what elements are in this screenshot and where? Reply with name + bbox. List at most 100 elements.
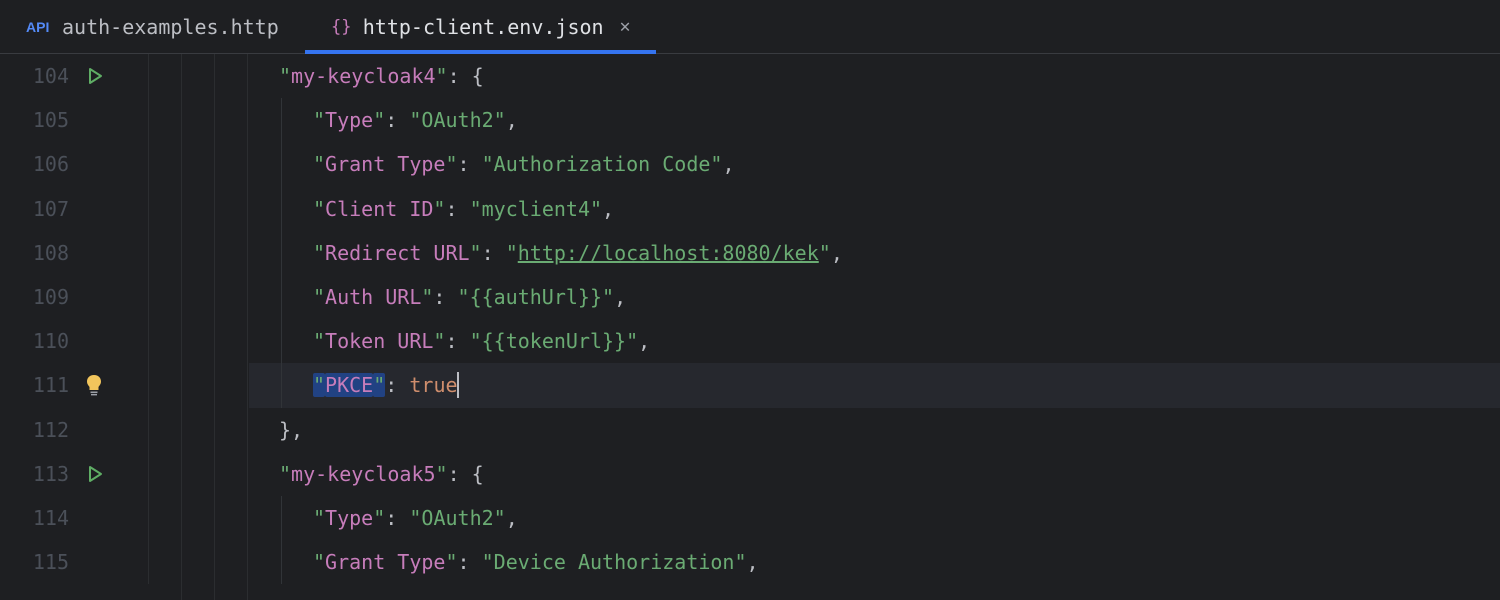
gutter-marks: [79, 142, 149, 186]
token: ": [734, 550, 746, 574]
line-number: 106: [0, 152, 79, 176]
api-icon: API: [26, 19, 52, 35]
token: ": [482, 152, 494, 176]
token: ": [313, 373, 325, 397]
token: http://localhost:8080/kek: [518, 241, 819, 265]
token: ": [470, 241, 482, 265]
code-line[interactable]: "my-keycloak5": {: [249, 452, 1500, 496]
code-line[interactable]: "my-keycloak4": {: [249, 54, 1500, 98]
close-icon[interactable]: ✕: [620, 16, 631, 37]
token: ": [373, 506, 385, 530]
line-number: 114: [0, 506, 79, 530]
tab-http-client-env[interactable]: {} http-client.env.json ✕: [305, 0, 657, 53]
token: ": [602, 285, 614, 309]
line-number: 112: [0, 418, 79, 442]
line-number: 105: [0, 108, 79, 132]
token: :: [445, 329, 469, 353]
token: ": [313, 197, 325, 221]
token: : {: [448, 64, 484, 88]
token: Type: [325, 506, 373, 530]
gutter-marks: [79, 408, 149, 452]
indent-guide: [281, 98, 282, 142]
line-number: 115: [0, 550, 79, 574]
gutter-marks: [79, 275, 149, 319]
token: Token URL: [325, 329, 433, 353]
indent-guide: [281, 275, 282, 319]
gutter-marks: [79, 319, 149, 363]
editor[interactable]: 104105106107108109110111112113114115 "my…: [0, 54, 1500, 600]
token: },: [279, 418, 303, 442]
token: ": [819, 241, 831, 265]
tab-label: auth-examples.http: [62, 15, 279, 39]
token: ": [409, 506, 421, 530]
code-line[interactable]: "Client ID": "myclient4",: [249, 187, 1500, 231]
run-icon[interactable]: [85, 464, 105, 484]
tab-bar: API auth-examples.http {} http-client.en…: [0, 0, 1500, 54]
code-line[interactable]: "Redirect URL": "http://localhost:8080/k…: [249, 231, 1500, 275]
token: ": [436, 462, 448, 486]
indent-guide: [281, 187, 282, 231]
token: ": [433, 197, 445, 221]
svg-text:{}: {}: [331, 17, 351, 37]
token: ": [313, 108, 325, 132]
token: :: [458, 550, 482, 574]
code-area[interactable]: "my-keycloak4": {"Type": "OAuth2","Grant…: [249, 54, 1500, 600]
indent-guide: [281, 142, 282, 186]
token: OAuth2: [421, 506, 493, 530]
token: ": [313, 285, 325, 309]
token: ": [421, 285, 433, 309]
token: ": [445, 550, 457, 574]
token: ": [506, 241, 518, 265]
line-number: 111: [0, 373, 79, 397]
line-number: 110: [0, 329, 79, 353]
code-line[interactable]: "Type": "OAuth2",: [249, 98, 1500, 142]
code-line[interactable]: "PKCE": true: [249, 363, 1500, 407]
token: ": [590, 197, 602, 221]
line-number: 108: [0, 241, 79, 265]
token: :: [433, 285, 457, 309]
code-line[interactable]: "Token URL": "{{tokenUrl}}",: [249, 319, 1500, 363]
token: ": [409, 108, 421, 132]
gutter-marks: [79, 54, 149, 98]
token: : {: [448, 462, 484, 486]
code-line[interactable]: "Auth URL": "{{authUrl}}",: [249, 275, 1500, 319]
gutter-marks: [79, 187, 149, 231]
gutter-marks: [79, 231, 149, 275]
token: ": [373, 108, 385, 132]
gutter-marks: [79, 98, 149, 142]
text-caret: [457, 372, 459, 398]
indent-guide: [281, 363, 282, 407]
token: ": [433, 329, 445, 353]
token: ": [494, 506, 506, 530]
gutter: 104105106107108109110111112113114115: [0, 54, 149, 600]
token: ": [710, 152, 722, 176]
run-icon[interactable]: [85, 66, 105, 86]
tab-auth-examples[interactable]: API auth-examples.http: [0, 0, 305, 53]
indent-guide: [281, 496, 282, 540]
token: Authorization Code: [494, 152, 711, 176]
tab-label: http-client.env.json: [363, 15, 604, 39]
code-line[interactable]: "Grant Type": "Authorization Code",: [249, 142, 1500, 186]
indent-guide: [281, 231, 282, 275]
token: Redirect URL: [325, 241, 470, 265]
token: ,: [602, 197, 614, 221]
intention-bulb-icon[interactable]: [85, 374, 103, 396]
token: ": [470, 329, 482, 353]
code-line[interactable]: },: [249, 408, 1500, 452]
token: :: [458, 152, 482, 176]
token: ": [279, 64, 291, 88]
indent-guide: [281, 540, 282, 584]
token: ": [482, 550, 494, 574]
token: Device Authorization: [494, 550, 735, 574]
token: myclient4: [482, 197, 590, 221]
line-number: 109: [0, 285, 79, 309]
code-line[interactable]: "Grant Type": "Device Authorization",: [249, 540, 1500, 584]
token: ": [313, 329, 325, 353]
token: my-keycloak4: [291, 64, 436, 88]
json-icon: {}: [331, 17, 353, 37]
token: ,: [747, 550, 759, 574]
gutter-marks: [79, 540, 149, 584]
code-line[interactable]: "Type": "OAuth2",: [249, 496, 1500, 540]
token: {{tokenUrl}}: [482, 329, 627, 353]
token: ": [313, 506, 325, 530]
